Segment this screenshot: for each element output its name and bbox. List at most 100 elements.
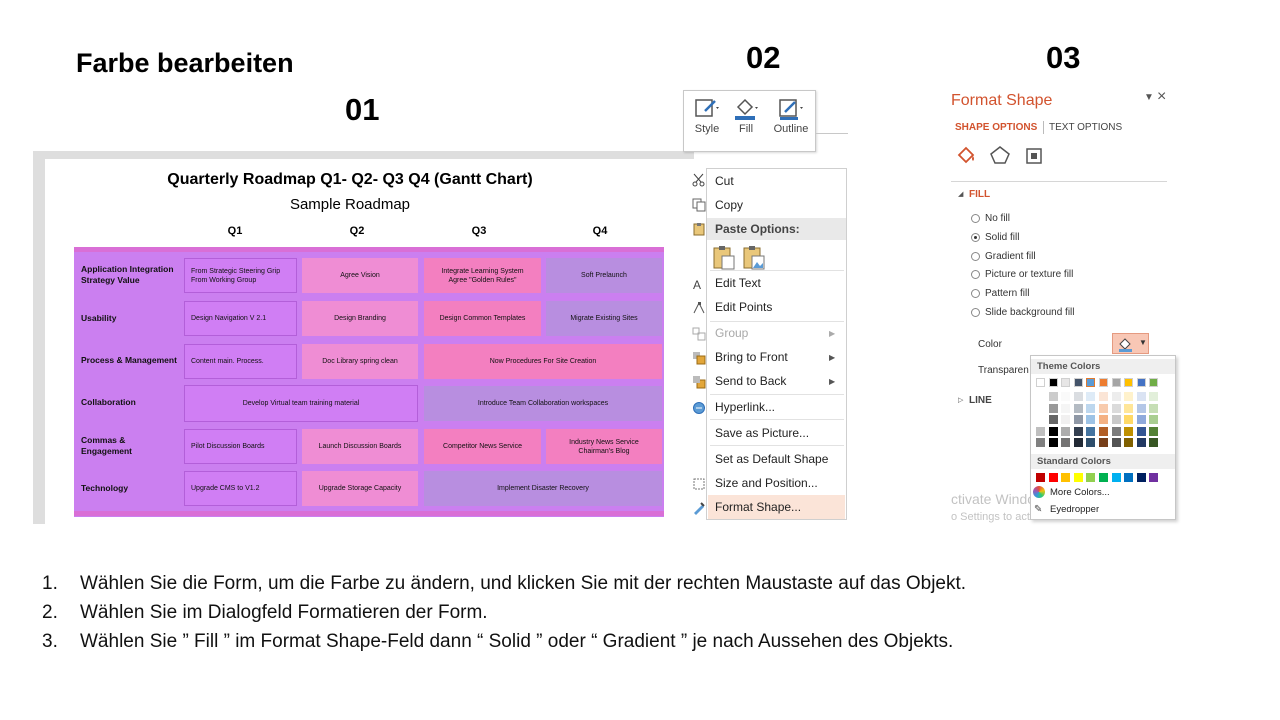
paste-keep-formatting-icon[interactable] — [712, 244, 736, 270]
theme-color-shade-swatch[interactable] — [1111, 426, 1121, 436]
theme-color-shade-swatch[interactable] — [1124, 415, 1134, 424]
line-section-expand-icon[interactable]: ▷ — [958, 396, 963, 404]
theme-color-shade-swatch[interactable] — [1061, 403, 1071, 413]
line-section-header[interactable]: LINE — [969, 395, 992, 406]
standard-color-swatch[interactable] — [1048, 473, 1058, 482]
standard-color-swatch[interactable] — [1099, 473, 1108, 482]
theme-color-shade-swatch[interactable] — [1111, 438, 1121, 447]
gantt-bar[interactable]: Now Procedures For Site Creation — [424, 344, 662, 379]
theme-color-shade-swatch[interactable] — [1124, 438, 1134, 447]
menu-item-copy[interactable]: Copy — [715, 198, 743, 212]
theme-color-swatch[interactable] — [1111, 378, 1121, 387]
gantt-bar[interactable]: Migrate Existing Sites — [546, 301, 662, 336]
gantt-bar[interactable]: Introduce Team Collaboration workspaces — [424, 386, 662, 421]
eyedropper-option[interactable]: Eyedropper — [1050, 504, 1099, 515]
radio-pattern-fill[interactable] — [971, 289, 980, 298]
standard-color-swatch[interactable] — [1036, 473, 1045, 482]
theme-color-shade-swatch[interactable] — [1086, 426, 1096, 436]
style-button[interactable]: Style — [687, 95, 727, 135]
gantt-bar[interactable]: Doc Library spring clean — [302, 344, 418, 379]
theme-color-shade-swatch[interactable] — [1099, 403, 1108, 413]
menu-item-send-to-back[interactable]: Send to Back — [715, 374, 786, 388]
theme-color-shade-swatch[interactable] — [1048, 403, 1058, 413]
gantt-bar[interactable]: Develop Virtual team training material — [184, 385, 418, 422]
theme-color-shade-swatch[interactable] — [1086, 403, 1096, 413]
theme-color-shade-swatch[interactable] — [1048, 438, 1058, 447]
paste-picture-icon[interactable] — [742, 244, 766, 270]
theme-color-shade-swatch[interactable] — [1086, 392, 1096, 401]
effects-pentagon-icon[interactable] — [989, 145, 1011, 165]
theme-color-shade-swatch[interactable] — [1124, 403, 1134, 413]
theme-color-swatch[interactable] — [1149, 378, 1159, 387]
theme-color-shade-swatch[interactable] — [1073, 392, 1083, 401]
gantt-bar[interactable]: Pilot Discussion Boards — [184, 429, 297, 464]
standard-color-swatch[interactable] — [1061, 473, 1071, 482]
more-colors-option[interactable]: More Colors... — [1050, 487, 1110, 498]
fill-and-line-icon[interactable] — [955, 144, 977, 166]
theme-color-shade-swatch[interactable] — [1124, 392, 1134, 401]
radio-picture-fill[interactable] — [971, 270, 980, 279]
theme-color-shade-swatch[interactable] — [1048, 426, 1058, 436]
menu-item-edit-text[interactable]: Edit Text — [715, 276, 761, 290]
theme-color-shade-swatch[interactable] — [1136, 392, 1146, 401]
close-pane-icon[interactable]: × — [1157, 88, 1166, 106]
menu-item-group[interactable]: Group — [715, 326, 748, 340]
menu-item-format-shape[interactable]: Format Shape... — [715, 500, 801, 514]
menu-item-set-default-shape[interactable]: Set as Default Shape — [715, 452, 828, 466]
gantt-bar[interactable]: Upgrade CMS to V1.2 — [184, 471, 297, 506]
standard-color-swatch[interactable] — [1149, 473, 1159, 482]
theme-color-shade-swatch[interactable] — [1136, 403, 1146, 413]
gantt-bar[interactable]: Industry News Service Chairman's Blog — [546, 429, 662, 464]
standard-color-swatch[interactable] — [1086, 473, 1096, 482]
theme-color-shade-swatch[interactable] — [1149, 426, 1159, 436]
gantt-bar[interactable]: Design Branding — [302, 301, 418, 336]
theme-color-shade-swatch[interactable] — [1036, 403, 1045, 413]
theme-color-shade-swatch[interactable] — [1073, 438, 1083, 447]
theme-color-shade-swatch[interactable] — [1086, 415, 1096, 424]
gantt-bar[interactable]: Design Navigation V 2.1 — [184, 301, 297, 336]
theme-color-swatch[interactable] — [1061, 378, 1071, 387]
theme-color-shade-swatch[interactable] — [1111, 415, 1121, 424]
standard-color-swatch[interactable] — [1136, 473, 1146, 482]
menu-item-edit-points[interactable]: Edit Points — [715, 300, 772, 314]
gantt-bar[interactable]: Competitor News Service — [424, 429, 541, 464]
gantt-bar[interactable]: From Strategic Steering Grip From Workin… — [184, 258, 297, 293]
menu-item-save-as-picture[interactable]: Save as Picture... — [715, 426, 809, 440]
theme-color-shade-swatch[interactable] — [1061, 426, 1071, 436]
theme-color-shade-swatch[interactable] — [1149, 438, 1159, 447]
standard-color-swatch[interactable] — [1073, 473, 1083, 482]
theme-color-shade-swatch[interactable] — [1149, 392, 1159, 401]
radio-no-fill[interactable] — [971, 214, 980, 223]
theme-color-shade-swatch[interactable] — [1149, 403, 1159, 413]
theme-color-shade-swatch[interactable] — [1099, 426, 1108, 436]
pane-options-chevron-icon[interactable]: ▼ — [1144, 92, 1154, 103]
fill-button[interactable]: Fill — [726, 95, 766, 135]
theme-color-shade-swatch[interactable] — [1036, 438, 1045, 447]
theme-color-shade-swatch[interactable] — [1099, 392, 1108, 401]
gantt-bar[interactable]: Design Common Templates — [424, 301, 541, 336]
size-properties-icon[interactable] — [1024, 146, 1044, 166]
theme-color-swatch[interactable] — [1073, 378, 1083, 387]
outline-button[interactable]: Outline — [769, 95, 813, 135]
theme-color-shade-swatch[interactable] — [1099, 438, 1108, 447]
theme-color-shade-swatch[interactable] — [1073, 403, 1083, 413]
theme-color-swatch[interactable] — [1136, 378, 1146, 387]
tab-shape-options[interactable]: SHAPE OPTIONS — [955, 122, 1037, 133]
standard-color-swatch[interactable] — [1111, 473, 1121, 482]
theme-color-shade-swatch[interactable] — [1036, 392, 1045, 401]
theme-color-swatch[interactable] — [1036, 378, 1045, 387]
radio-solid-fill[interactable] — [971, 233, 980, 242]
theme-color-shade-swatch[interactable] — [1099, 415, 1108, 424]
gantt-bar[interactable]: Launch Discussion Boards — [302, 429, 418, 464]
standard-color-swatch[interactable] — [1124, 473, 1134, 482]
theme-color-shade-swatch[interactable] — [1136, 415, 1146, 424]
menu-item-hyperlink[interactable]: Hyperlink... — [715, 400, 775, 414]
theme-color-shade-swatch[interactable] — [1061, 438, 1071, 447]
gantt-bar[interactable]: Soft Prelaunch — [546, 258, 662, 293]
theme-color-shade-swatch[interactable] — [1136, 426, 1146, 436]
theme-color-swatch[interactable] — [1099, 378, 1108, 387]
theme-color-shade-swatch[interactable] — [1073, 415, 1083, 424]
theme-color-swatch[interactable] — [1124, 378, 1134, 387]
theme-color-shade-swatch[interactable] — [1149, 415, 1159, 424]
theme-color-swatch[interactable] — [1048, 378, 1058, 387]
